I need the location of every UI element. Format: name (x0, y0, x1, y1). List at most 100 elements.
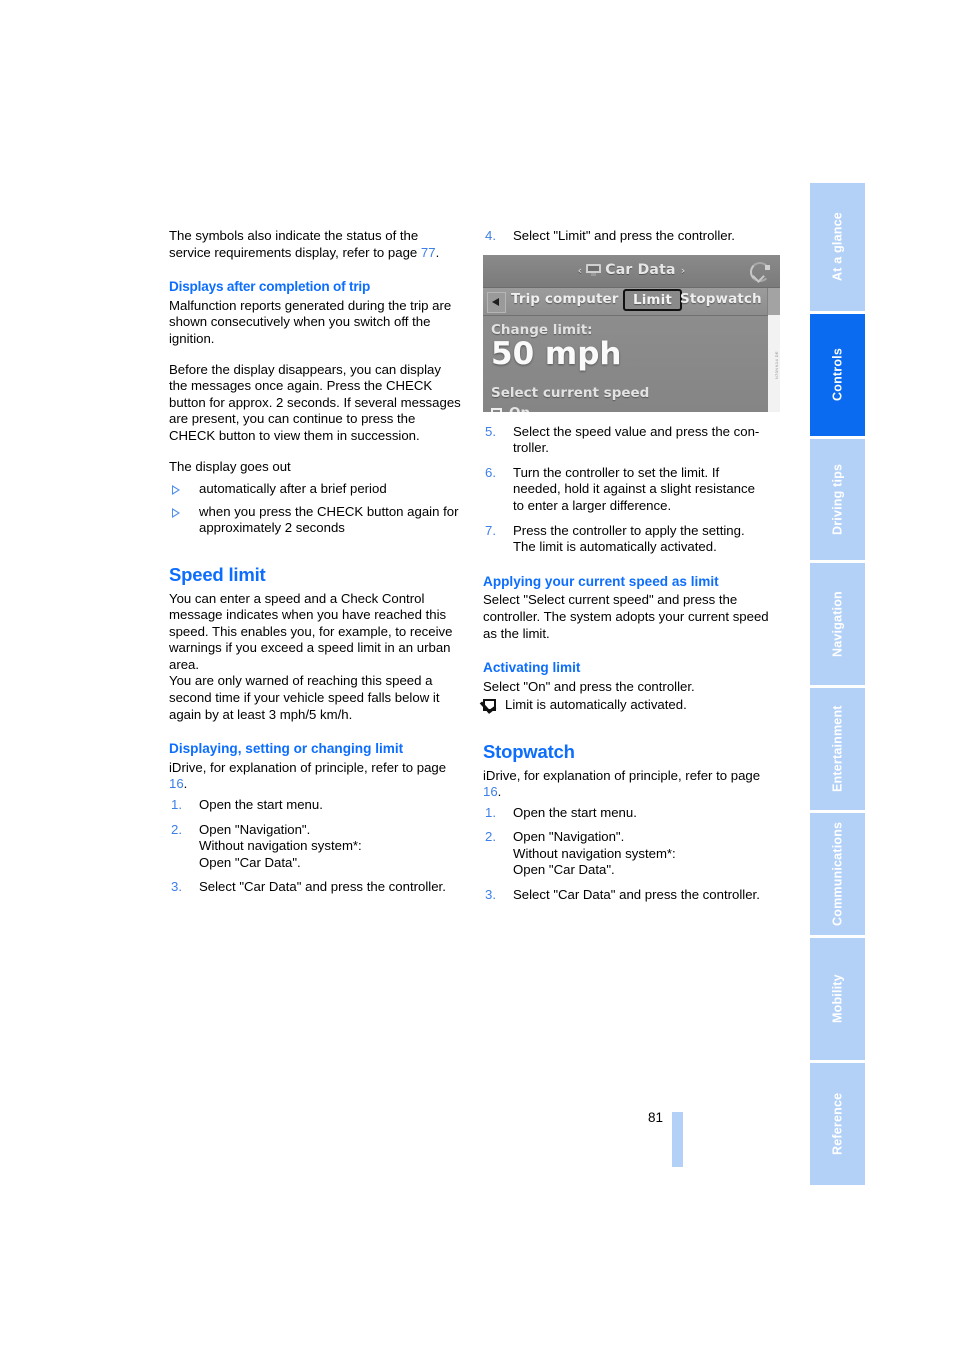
list-item: 6. Turn the controller to set the limit.… (483, 465, 775, 515)
thumb-index: At a glance Controls Driving tips Naviga… (810, 183, 865, 1188)
display-goes-out-list: automatically after a brief period when … (169, 481, 461, 537)
step-number: 4. (485, 228, 496, 243)
step-number: 1. (171, 797, 182, 813)
paragraph-activating: Select "On" and press the controller. (483, 678, 695, 694)
step-number: 3. (171, 879, 182, 895)
step-line: Open the start menu. (199, 797, 323, 813)
step-line: Without navigation system*: (513, 845, 676, 861)
right-column: 4. Select "Limit" and press the controll… (483, 228, 780, 912)
list-item: 5. Select the speed value and press the … (483, 424, 775, 457)
heading-speed-limit: Speed limit (169, 563, 266, 585)
paragraph-speed-limit-2: You are only warned of reaching this spe… (169, 673, 440, 722)
bullet-text: when you press the CHECK button again fo… (199, 503, 459, 536)
paragraph-malfunction-reports: Malfunction reports generated during the… (169, 297, 452, 346)
step-line: Open "Car Data". (199, 854, 301, 870)
thumb-tab-label: Driving tips (830, 463, 845, 536)
paragraph-before-display: Before the display disappears, you can d… (169, 361, 461, 443)
list-item: automatically after a brief period (169, 481, 461, 498)
thumb-tab-reference[interactable]: Reference (810, 1063, 865, 1185)
step-line: The limit is automatically activated. (513, 539, 717, 555)
step-number: 3. (485, 887, 496, 903)
speed-limit-value[interactable]: 50 mph (491, 337, 780, 371)
step-number: 2. (171, 821, 182, 837)
step-number: 5. (485, 423, 496, 439)
step-line: needed, hold it against a slight resista… (513, 481, 755, 497)
page-reference-16-stopwatch[interactable]: 16 (483, 784, 498, 799)
stopwatch-idrive-note: iDrive, for explanation of principle, re… (483, 768, 775, 801)
heading-displaying-setting-changing: Displaying, setting or changing limit (169, 741, 404, 757)
idrive-title: Car Data (605, 261, 676, 278)
idrive-tabbar: Trip computer Limit Stopwatch (483, 287, 780, 316)
paragraph-display-goes-out: The display goes out (169, 458, 291, 474)
tab-limit-selected[interactable]: Limit (623, 288, 682, 312)
activation-note-text: Limit is automatically activated. (505, 697, 687, 713)
left-column: The symbols also indicate the status of … (169, 228, 461, 904)
triangle-bullet-icon (172, 507, 180, 518)
list-item: 2. Open "Navigation". Without navigation… (169, 822, 461, 872)
page-number: 81 (648, 1110, 664, 1125)
step-4-list: 4. Select "Limit" and press the controll… (483, 228, 775, 245)
thumb-tab-label: Navigation (830, 591, 845, 657)
stopwatch-steps-list: 1. Open the start menu. 2. Open "Navigat… (483, 805, 775, 904)
list-item: 7. Press the controller to apply the set… (483, 523, 775, 556)
step-number: 1. (485, 804, 496, 820)
step-line: to enter a larger difference. (513, 497, 672, 513)
list-item: 3. Select "Car Data" and press the contr… (169, 879, 461, 896)
page-number-bar (672, 1112, 683, 1167)
step-number: 7. (485, 522, 496, 538)
thumb-tab-mobility[interactable]: Mobility (810, 938, 865, 1060)
thumb-tab-at-a-glance[interactable]: At a glance (810, 183, 865, 311)
on-toggle-row[interactable]: On (491, 405, 780, 412)
step-line: Open "Navigation". (199, 821, 311, 837)
list-item: 4. Select "Limit" and press the controll… (483, 228, 775, 245)
list-item: 2. Open "Navigation". Without navigation… (483, 829, 775, 879)
left-steps-list: 1. Open the start menu. 2. Open "Navigat… (169, 797, 461, 896)
heading-displays-after-trip: Displays after completion of trip (169, 279, 371, 295)
page-reference-77[interactable]: 77 (421, 245, 436, 260)
controller-dot (765, 264, 770, 270)
thumb-tab-driving-tips[interactable]: Driving tips (810, 439, 865, 560)
thumb-tab-communications[interactable]: Communications (810, 813, 865, 935)
thumb-tab-controls[interactable]: Controls (810, 314, 865, 436)
back-button-icon[interactable] (487, 291, 506, 313)
thumb-tab-navigation[interactable]: Navigation (810, 563, 865, 685)
paragraph-applying: Select "Select current speed" and press … (483, 592, 769, 641)
stopwatch-note-text: iDrive, for explanation of principle, re… (483, 767, 761, 783)
heading-activating-limit: Activating limit (483, 660, 581, 676)
tab-stopwatch[interactable]: Stopwatch (680, 291, 762, 308)
right-steps-list: 5. Select the speed value and press the … (483, 424, 775, 556)
step-line: Without navigation system*: (199, 838, 362, 854)
step-line: Press the controller to apply the settin… (513, 522, 745, 538)
step-line: Select "Limit" and press the controller. (513, 228, 735, 243)
step-line: Turn the controller to set the limit. If (513, 464, 720, 480)
step-line: Open the start menu. (513, 804, 637, 820)
monitor-icon (586, 263, 602, 276)
list-item: 3. Select "Car Data" and press the contr… (483, 887, 775, 904)
stopwatch-note-period: . (497, 784, 502, 800)
paragraph-speed-limit-1: You can enter a speed and a Check Contro… (169, 590, 453, 672)
step-line: Open "Car Data". (513, 862, 615, 878)
thumb-tab-label: Entertainment (830, 705, 845, 793)
page-reference-16[interactable]: 16 (169, 776, 184, 791)
step-line: Select "Car Data" and press the controll… (513, 887, 760, 903)
select-current-speed-label[interactable]: Select current speed (491, 385, 780, 402)
tabbar-right-end (767, 287, 780, 315)
step-line: Select the speed value and press the con… (513, 423, 760, 439)
checkbox-icon[interactable] (491, 407, 502, 412)
chevron-right-icon[interactable]: › (681, 264, 686, 277)
list-item: when you press the CHECK button again fo… (169, 504, 461, 537)
chevron-left-icon[interactable]: ‹ (578, 264, 583, 277)
step-line: Open "Navigation". (513, 829, 625, 845)
step-number: 6. (485, 464, 496, 480)
idrive-principle-note: iDrive, for explanation of principle, re… (169, 760, 461, 793)
step-number: 2. (485, 829, 496, 845)
list-item: 1. Open the start menu. (169, 797, 461, 814)
thumb-tab-entertainment[interactable]: Entertainment (810, 688, 865, 810)
controller-rotate-icon (748, 260, 770, 283)
activation-note: Limit is automatically activated. (483, 697, 775, 714)
idrive-note-text: iDrive, for explanation of principle, re… (169, 759, 447, 775)
idrive-note-period: . (183, 776, 188, 792)
thumb-tab-label: Controls (830, 348, 845, 402)
list-item: 1. Open the start menu. (483, 805, 775, 822)
tab-trip-computer[interactable]: Trip computer (511, 291, 619, 308)
